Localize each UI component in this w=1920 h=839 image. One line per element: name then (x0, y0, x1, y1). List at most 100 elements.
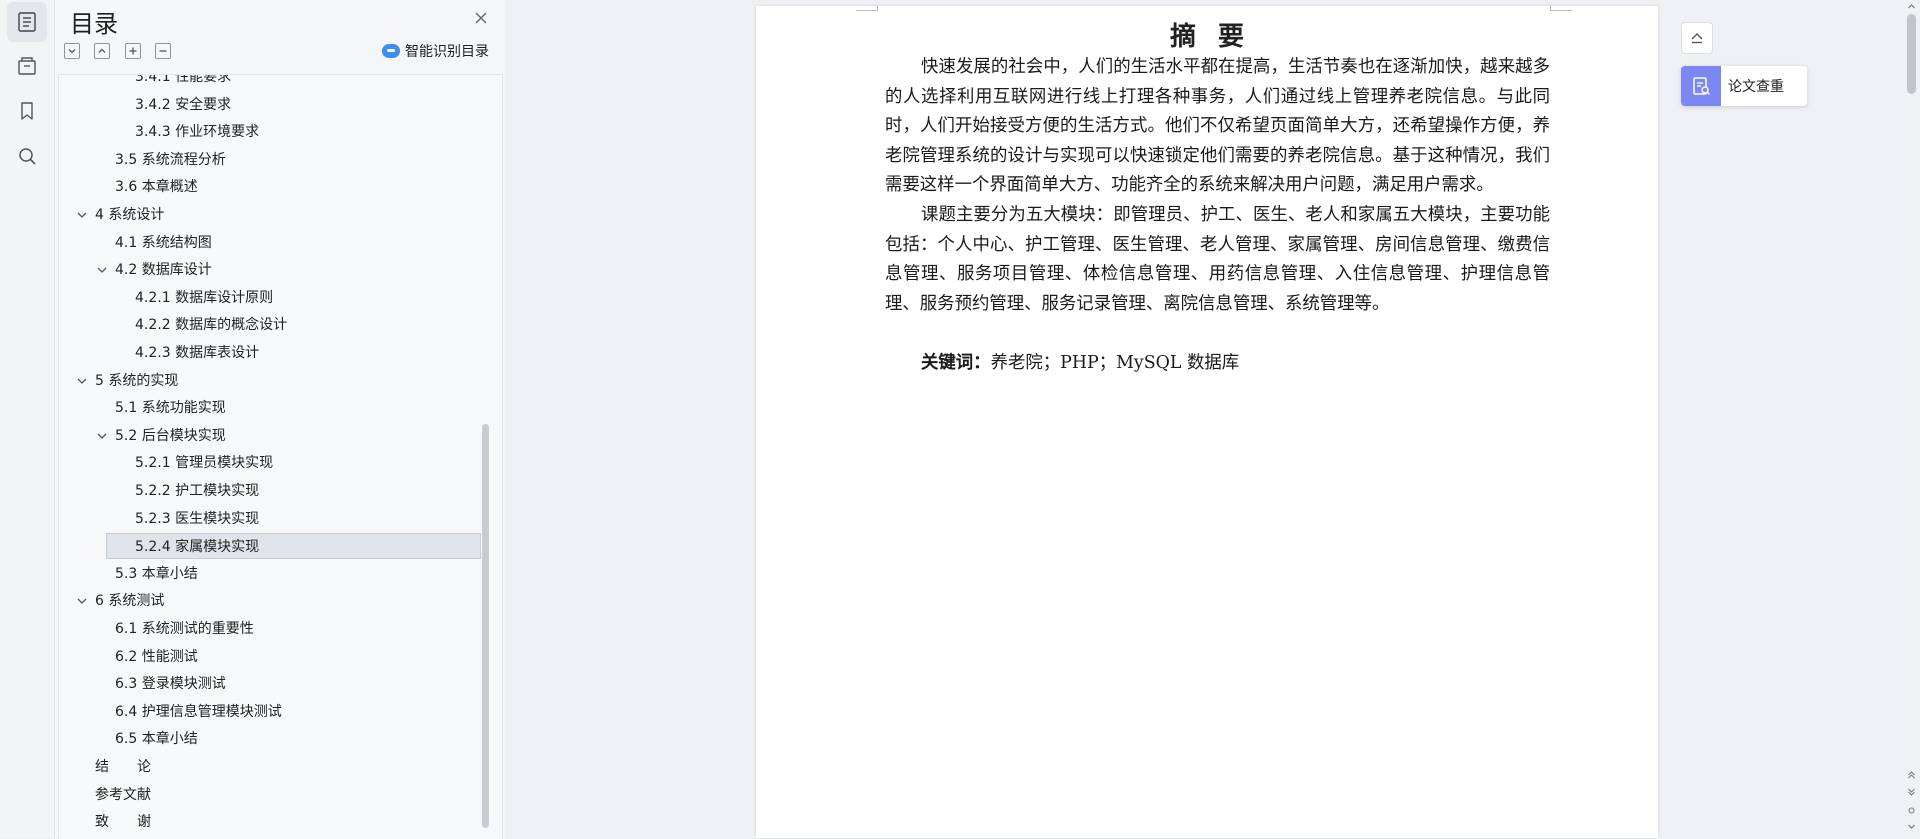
expand-up-button[interactable] (94, 43, 110, 59)
document-page: 摘要 快速发展的社会中，人们的生活水平都在提高，生活节奏也在逐渐加快，越来越多的… (756, 6, 1658, 838)
toc-item-label: 6.3 登录模块测试 (115, 676, 226, 693)
search-icon (19, 148, 36, 165)
toc-item[interactable]: 结 论 (59, 754, 479, 780)
chevron-down-icon[interactable] (75, 208, 89, 222)
toc-item[interactable]: 5.2.1 管理员模块实现 (59, 450, 479, 476)
toc-scrollbar-thumb[interactable] (482, 424, 489, 828)
scroll-up-icon[interactable] (1907, 2, 1916, 11)
toc-item-label: 参考文献 (95, 786, 151, 803)
toc-item[interactable]: 5.1 系统功能实现 (59, 395, 479, 421)
keywords-line: 关键词：养老院；PHP；MySQL 数据库 (921, 349, 1239, 374)
smart-recognize-label: 智能识别目录 (405, 44, 489, 60)
toc-item-label: 4.2.1 数据库设计原则 (135, 289, 274, 306)
toc-item-label: 5.2.2 护工模块实现 (135, 483, 260, 499)
toc-item[interactable]: 3.4.2 安全要求 (59, 92, 479, 118)
toc-item[interactable]: 4.2 数据库设计 (59, 257, 479, 283)
toc-item[interactable]: 6.2 性能测试 (59, 644, 479, 670)
document-scrollbar[interactable] (1903, 0, 1920, 838)
toc-item-label: 6.4 护理信息管理模块测试 (115, 703, 282, 720)
toc-item-label: 4.1 系统结构图 (115, 234, 212, 251)
toc-item-label: 6.1 系统测试的重要性 (115, 621, 254, 637)
toc-item[interactable]: 4.1 系统结构图 (59, 230, 479, 256)
toc-item-label: 4.2.2 数据库的概念设计 (135, 317, 288, 334)
chevron-down-icon[interactable] (75, 374, 89, 388)
toc-item[interactable]: 6.4 护理信息管理模块测试 (59, 699, 479, 725)
toc-item-label: 3.4.2 安全要求 (135, 96, 232, 113)
toc-item-label: 5.2.3 医生模块实现 (135, 510, 260, 527)
toc-item[interactable]: 6.1 系统测试的重要性 (59, 616, 479, 642)
toc-panel-button[interactable] (7, 2, 47, 42)
toc-item[interactable]: 3.4.1 性能要求 (59, 74, 479, 90)
toc-item[interactable]: 3.4.3 作业环境要求 (59, 119, 479, 145)
collapse-toolbar-button[interactable] (1681, 22, 1713, 54)
page-down-icon[interactable] (1907, 788, 1916, 797)
document-check-icon (1681, 66, 1721, 106)
toc-item[interactable]: 5.3 本章小结 (59, 561, 479, 587)
close-icon[interactable] (471, 8, 491, 28)
page-marker-icon[interactable] (1907, 806, 1916, 815)
toc-item[interactable]: 6.5 本章小结 (59, 726, 479, 752)
search-button[interactable] (7, 136, 47, 176)
toc-list: 3.4.1 性能要求 3.4.2 安全要求 3.4.3 作业环境要求 3.5 系统流程… (58, 74, 503, 839)
toc-item[interactable]: 4.2.1 数据库设计原则 (59, 285, 479, 311)
toc-item-label: 3.5 系统流程分析 (115, 151, 226, 168)
abstract-paragraph-2: 课题主要分为五大模块：即管理员、护工、医生、老人和家属五大模块，主要功能包括：个… (885, 205, 1550, 314)
toc-item[interactable]: 5.2 后台模块实现 (59, 423, 479, 449)
toc-item[interactable]: 5.2.4 家属模块实现 (106, 533, 481, 560)
toc-item[interactable]: 3.6 本章概述 (59, 174, 479, 200)
crop-mark (877, 6, 878, 11)
toc-item[interactable]: 致 谢 (59, 809, 479, 835)
toc-item[interactable]: 4 系统设计 (59, 202, 479, 228)
bookmark-panel-icon (18, 57, 36, 75)
crop-mark (856, 10, 878, 11)
eject-icon (1691, 33, 1703, 44)
toc-item[interactable]: 4.2.2 数据库的概念设计 (59, 312, 479, 338)
add-icon (129, 47, 137, 55)
remove-heading-button[interactable] (155, 43, 171, 59)
toc-item-label: 5.2 后台模块实现 (115, 427, 226, 444)
bookmark-button[interactable] (7, 91, 47, 131)
left-rail (0, 0, 55, 838)
toc-item-label: 5.2.1 管理员模块实现 (135, 455, 274, 472)
document-scrollbar-thumb[interactable] (1907, 14, 1916, 94)
page-up-icon[interactable] (1907, 770, 1916, 779)
toc-item-label: 致 谢 (95, 814, 151, 831)
toc-item[interactable]: 6 系统测试 (59, 588, 479, 614)
toc-item-label: 3.4.3 作业环境要求 (135, 124, 260, 141)
abstract-heading: 摘要 (1169, 22, 1266, 52)
remove-icon (159, 50, 167, 52)
toc-item-label: 5.2.4 家属模块实现 (135, 539, 260, 556)
abstract-paragraph-1: 快速发展的社会中，人们的生活水平都在提高，生活节奏也在逐渐加快，越来越多的人选择… (885, 57, 1550, 195)
toc-item-label: 3.4.1 性能要求 (135, 74, 232, 85)
expand-up-icon (98, 48, 106, 53)
chevron-down-icon[interactable] (95, 429, 109, 443)
toc-item[interactable]: 5.2.3 医生模块实现 (59, 506, 479, 532)
toc-item[interactable]: 5 系统的实现 (59, 368, 479, 394)
toc-panel: 目录 智能识别目录 3.4.1 性能要求 3.4.2 安全要求 3.4.3 作业环境… (55, 0, 505, 839)
keywords-value: 养老院；PHP；MySQL 数据库 (990, 353, 1240, 373)
toc-item-label: 5 系统的实现 (95, 372, 179, 389)
smart-recognize-toc-button[interactable]: 智能识别目录 (382, 41, 489, 61)
chevron-down-icon[interactable] (95, 263, 109, 277)
collapse-all-icon (68, 49, 76, 54)
toc-item[interactable]: 参考文献 (59, 782, 479, 808)
toc-icon (18, 12, 36, 32)
toc-item-label: 4.2.3 数据库表设计 (135, 345, 260, 361)
chevron-down-icon[interactable] (75, 594, 89, 608)
navigation-panel-button[interactable] (7, 46, 47, 86)
scroll-down-icon[interactable] (1907, 822, 1916, 831)
toc-item[interactable]: 4.2.3 数据库表设计 (59, 340, 479, 366)
plagiarism-check-label: 论文查重 (1728, 79, 1784, 95)
toc-item-label: 结 论 (95, 759, 151, 775)
toc-item[interactable]: 3.5 系统流程分析 (59, 147, 479, 173)
add-heading-button[interactable] (125, 43, 141, 59)
toc-item[interactable]: 6.3 登录模块测试 (59, 671, 479, 697)
toc-item-label: 6.5 本章小结 (115, 731, 198, 748)
toc-item[interactable]: 5.2.2 护工模块实现 (59, 478, 479, 504)
crop-mark (1550, 6, 1551, 11)
collapse-all-button[interactable] (64, 43, 80, 59)
toc-item-label: 5.1 系统功能实现 (115, 400, 226, 417)
ai-icon (382, 44, 400, 58)
plagiarism-check-button[interactable]: 论文查重 (1681, 66, 1807, 106)
keywords-label: 关键词： (921, 353, 991, 373)
